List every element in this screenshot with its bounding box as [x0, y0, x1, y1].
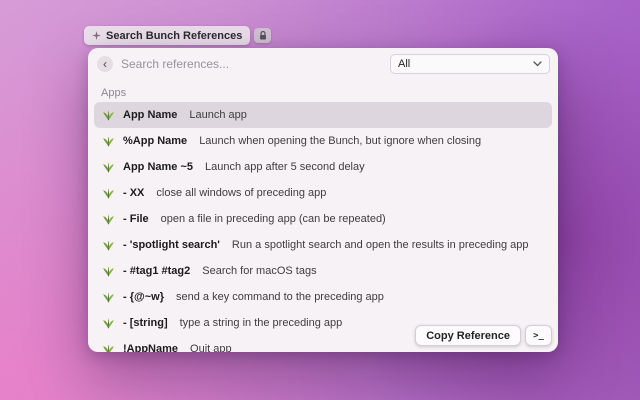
filter-dropdown[interactable]: All: [390, 54, 550, 74]
reference-code: - File: [123, 213, 149, 225]
copy-reference-button[interactable]: Copy Reference: [415, 325, 521, 346]
chevron-down-icon: [533, 61, 542, 67]
bunch-leaf-icon: [102, 291, 115, 304]
footer-actions: Copy Reference >_: [415, 325, 552, 346]
bunch-leaf-icon: [102, 343, 115, 353]
reference-code: - XX: [123, 187, 144, 199]
reference-code: App Name ~5: [123, 161, 193, 173]
reference-desc: type a string in the preceding app: [180, 317, 343, 329]
reference-desc: open a file in preceding app (can be rep…: [161, 213, 386, 225]
reference-code: App Name: [123, 109, 177, 121]
reference-code: %App Name: [123, 135, 187, 147]
reference-desc: Run a spotlight search and open the resu…: [232, 239, 529, 251]
window-title: Search Bunch References: [106, 30, 242, 42]
list-item[interactable]: - 'spotlight search' Run a spotlight sea…: [94, 232, 552, 258]
search-references-panel: ‹ All Apps App Name Launch app %App Name…: [88, 48, 558, 352]
terminal-button[interactable]: >_: [525, 325, 552, 346]
reference-code: - #tag1 #tag2: [123, 265, 190, 277]
list-item[interactable]: %App Name Launch when opening the Bunch,…: [94, 128, 552, 154]
desktop-background: Search Bunch References ‹ All Apps App N…: [0, 0, 640, 400]
reference-desc: Launch app after 5 second delay: [205, 161, 365, 173]
reference-desc: Search for macOS tags: [202, 265, 316, 277]
bunch-leaf-icon: [102, 317, 115, 330]
lock-icon: [259, 31, 267, 40]
reference-desc: send a key command to the preceding app: [176, 291, 384, 303]
bunch-menu-icon: [92, 31, 101, 40]
bunch-leaf-icon: [102, 239, 115, 252]
list-item[interactable]: - XX close all windows of preceding app: [94, 180, 552, 206]
reference-desc: Launch app: [189, 109, 247, 121]
list-item[interactable]: - #tag1 #tag2 Search for macOS tags: [94, 258, 552, 284]
reference-code: - {@~w}: [123, 291, 164, 303]
reference-code: - 'spotlight search': [123, 239, 220, 251]
lock-button[interactable]: [254, 28, 271, 43]
list-item[interactable]: App Name ~5 Launch app after 5 second de…: [94, 154, 552, 180]
section-header-apps: Apps: [101, 87, 126, 99]
filter-value: All: [398, 58, 410, 70]
reference-desc: close all windows of preceding app: [156, 187, 326, 199]
reference-code: - [string]: [123, 317, 168, 329]
reference-code: !AppName: [123, 343, 178, 352]
bunch-leaf-icon: [102, 135, 115, 148]
bunch-leaf-icon: [102, 187, 115, 200]
bunch-leaf-icon: [102, 265, 115, 278]
list-item[interactable]: - {@~w} send a key command to the preced…: [94, 284, 552, 310]
bunch-leaf-icon: [102, 109, 115, 122]
bunch-leaf-icon: [102, 161, 115, 174]
window-title-pill: Search Bunch References: [84, 26, 250, 45]
search-input[interactable]: [121, 53, 421, 75]
reference-list: App Name Launch app %App Name Launch whe…: [94, 102, 552, 352]
reference-desc: Quit app: [190, 343, 232, 352]
window-title-group: Search Bunch References: [84, 26, 271, 45]
list-item[interactable]: - File open a file in preceding app (can…: [94, 206, 552, 232]
reference-desc: Launch when opening the Bunch, but ignor…: [199, 135, 481, 147]
list-item[interactable]: App Name Launch app: [94, 102, 552, 128]
back-button[interactable]: ‹: [97, 56, 113, 72]
bunch-leaf-icon: [102, 213, 115, 226]
